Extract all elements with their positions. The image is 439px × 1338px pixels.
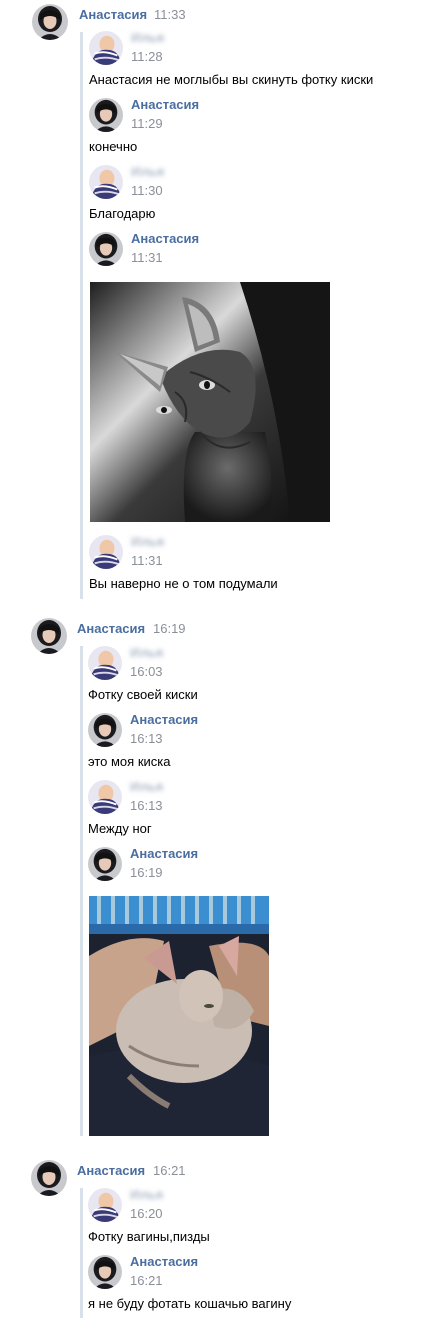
forwarded-message: Илья 16:13 Между ног bbox=[88, 779, 428, 840]
message-text: я не буду фотать кошачью вагину bbox=[88, 1296, 292, 1311]
sphynx-cat-photo bbox=[90, 282, 330, 522]
forwarded-avatar[interactable] bbox=[88, 1255, 122, 1289]
forwarded-avatar[interactable] bbox=[88, 713, 122, 747]
message-time[interactable]: 11:33 bbox=[154, 7, 186, 22]
avatar-woman-icon bbox=[31, 1160, 67, 1196]
avatar-woman-icon bbox=[31, 618, 67, 654]
avatar-man-icon bbox=[88, 646, 122, 680]
sender-name[interactable]: Анастасия bbox=[77, 621, 145, 636]
forwarded-avatar[interactable] bbox=[89, 98, 123, 132]
forwarded-time: 11:31 bbox=[131, 250, 163, 265]
forwarded-time: 16:21 bbox=[130, 1273, 163, 1288]
forwarded-avatar[interactable] bbox=[89, 535, 123, 569]
forwarded-time: 16:13 bbox=[130, 731, 163, 746]
avatar-woman-icon bbox=[88, 713, 122, 747]
forwarded-sender-name[interactable]: Илья bbox=[130, 1187, 163, 1202]
message-text: Анастасия не моглыбы вы скинуть фотку ки… bbox=[89, 72, 374, 87]
forwarded-time: 11:30 bbox=[131, 183, 163, 198]
avatar-man-icon bbox=[89, 31, 123, 65]
avatar-man-icon bbox=[88, 1188, 122, 1222]
sender-name[interactable]: Анастасия bbox=[79, 7, 147, 22]
forwarded-sender-name[interactable]: Анастасия bbox=[131, 231, 199, 246]
forwarded-sender-name[interactable]: Илья bbox=[130, 645, 163, 660]
forward-bar bbox=[80, 32, 83, 599]
message-text: Благодарю bbox=[89, 206, 156, 221]
message-time[interactable]: 16:19 bbox=[153, 621, 186, 636]
avatar-woman-icon bbox=[89, 232, 123, 266]
forwarded-avatar[interactable] bbox=[88, 646, 122, 680]
forwarded-message: Илья 11:31 Вы наверно не о том подумали bbox=[89, 534, 429, 595]
forwarded-message: Анастасия 16:19 bbox=[88, 846, 428, 887]
sender-name[interactable]: Анастасия bbox=[77, 1163, 145, 1178]
forwarded-time: 16:19 bbox=[130, 865, 163, 880]
forwarded-sender-name[interactable]: Илья bbox=[131, 534, 164, 549]
forwarded-message: Анастасия 11:29 конечно bbox=[89, 97, 429, 158]
forwarded-message: Илья 16:20 Фотку вагины,пизды bbox=[88, 1187, 428, 1248]
forwarded-avatar[interactable] bbox=[88, 847, 122, 881]
forwarded-sender-name[interactable]: Анастасия bbox=[130, 712, 198, 727]
avatar-woman-icon bbox=[89, 98, 123, 132]
forwarded-time: 11:31 bbox=[131, 553, 163, 568]
forwarded-message: Илья 11:28 Анастасия не моглыбы вы скину… bbox=[89, 30, 429, 91]
sender-avatar[interactable] bbox=[31, 618, 67, 654]
forwarded-sender-name[interactable]: Илья bbox=[131, 30, 164, 45]
forwarded-avatar[interactable] bbox=[89, 232, 123, 266]
forward-bar bbox=[80, 646, 83, 1136]
avatar-woman-icon bbox=[88, 847, 122, 881]
avatar-man-icon bbox=[89, 165, 123, 199]
avatar-man-icon bbox=[88, 780, 122, 814]
sphynx-cat-on-lap-photo bbox=[89, 896, 269, 1136]
forwarded-time: 11:28 bbox=[131, 49, 163, 64]
forwarded-sender-name[interactable]: Анастасия bbox=[130, 846, 198, 861]
message-text: Вы наверно не о том подумали bbox=[89, 576, 278, 591]
forwarded-time: 16:20 bbox=[130, 1206, 163, 1221]
sender-avatar[interactable] bbox=[32, 4, 68, 40]
forwarded-avatar[interactable] bbox=[88, 780, 122, 814]
forwarded-message: Илья 16:03 Фотку своей киски bbox=[88, 645, 428, 706]
message-text: это моя киска bbox=[88, 754, 171, 769]
forwarded-avatar[interactable] bbox=[89, 165, 123, 199]
forwarded-avatar[interactable] bbox=[89, 31, 123, 65]
avatar-man-icon bbox=[89, 535, 123, 569]
forwarded-time: 16:13 bbox=[130, 798, 163, 813]
forwarded-message: Анастасия 16:13 это моя киска bbox=[88, 712, 428, 773]
avatar-woman-icon bbox=[88, 1255, 122, 1289]
forwarded-message: Анастасия 16:21 я не буду фотать кошачью… bbox=[88, 1254, 428, 1315]
forwarded-sender-name[interactable]: Илья bbox=[130, 779, 163, 794]
forwarded-time: 16:03 bbox=[130, 664, 163, 679]
forward-bar bbox=[80, 1188, 83, 1318]
message-time[interactable]: 16:21 bbox=[153, 1163, 186, 1178]
message-text: Фотку своей киски bbox=[88, 687, 198, 702]
forwarded-avatar[interactable] bbox=[88, 1188, 122, 1222]
message-text: Между ног bbox=[88, 821, 152, 836]
forwarded-sender-name[interactable]: Анастасия bbox=[131, 97, 199, 112]
cat-photo-attachment[interactable] bbox=[90, 282, 330, 522]
cat-photo-attachment[interactable] bbox=[89, 896, 269, 1136]
forwarded-sender-name[interactable]: Анастасия bbox=[130, 1254, 198, 1269]
forwarded-message: Илья 11:30 Благодарю bbox=[89, 164, 429, 225]
avatar-woman-icon bbox=[32, 4, 68, 40]
message-text: Фотку вагины,пизды bbox=[88, 1229, 210, 1244]
message-text: конечно bbox=[89, 139, 138, 154]
forwarded-time: 11:29 bbox=[131, 116, 163, 131]
forwarded-sender-name[interactable]: Илья bbox=[131, 164, 164, 179]
forwarded-message: Анастасия 11:31 bbox=[89, 231, 429, 272]
sender-avatar[interactable] bbox=[31, 1160, 67, 1196]
